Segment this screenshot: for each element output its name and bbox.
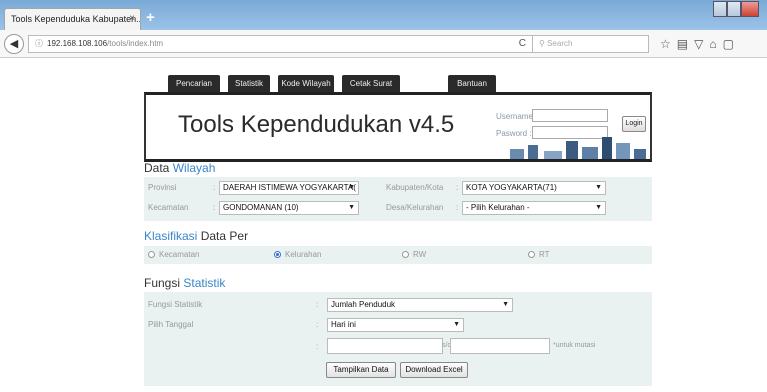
kecamatan-label: Kecamatan: [148, 203, 189, 212]
minimize-button[interactable]: [713, 1, 727, 17]
colon: :: [456, 183, 459, 192]
klasifikasi-panel: Kecamatan Kelurahan RW RT: [144, 246, 652, 264]
chevron-down-icon: ▼: [348, 184, 355, 191]
desa-label: Desa/Kelurahan: [386, 203, 444, 212]
provinsi-select[interactable]: DAERAH ISTIMEWA YOGYAKARTA( ▼: [219, 181, 359, 195]
app-banner: Tools Kependudukan v4.5 Username : Paswo…: [144, 92, 652, 162]
colon: :: [213, 203, 216, 212]
mutasi-note: *untuk mutasi: [553, 342, 596, 349]
home-icon[interactable]: ⌂: [709, 37, 722, 51]
reload-icon[interactable]: C: [519, 36, 526, 52]
colon: :: [456, 203, 459, 212]
tanggal-akhir-input[interactable]: [450, 338, 550, 354]
tab-title: Tools Kependuduka Kabupaten...: [11, 14, 141, 24]
chevron-down-icon: ▼: [348, 204, 355, 211]
toolbar-icons: ☆▤▽⌂▢: [660, 37, 740, 51]
section-title-statistik: Fungsi Statistik: [144, 276, 226, 290]
colon: :: [316, 342, 319, 351]
desa-select[interactable]: - Pilih Kelurahan - ▼: [462, 201, 606, 215]
kecamatan-select[interactable]: GONDOMANAN (10) ▼: [219, 201, 359, 215]
browser-tab-bar: Tools Kependuduka Kabupaten... × +: [0, 0, 767, 30]
page-content: Pencarian Data Statistik Kode Wilayah Ce…: [0, 59, 767, 392]
search-icon: ⚲: [539, 39, 545, 48]
pocket-icon[interactable]: ▽: [694, 37, 709, 51]
chevron-down-icon: ▼: [595, 184, 602, 191]
chevron-down-icon: ▼: [502, 301, 509, 308]
download-excel-button[interactable]: Download Excel: [400, 362, 468, 378]
colon: :: [316, 320, 319, 329]
info-icon: ⓘ: [35, 39, 43, 48]
radio-kelurahan[interactable]: Kelurahan: [274, 250, 321, 259]
colon: :: [316, 300, 319, 309]
browser-nav-bar: ◀ ⓘ 192.168.108.106/tools/index.htm C ⚲ S…: [0, 30, 767, 58]
browser-tab[interactable]: Tools Kependuduka Kabupaten... ×: [4, 8, 141, 30]
browser-search-input[interactable]: ⚲ Search: [533, 35, 649, 53]
close-window-button[interactable]: [741, 1, 759, 17]
statistik-panel: Fungsi Statistik : Jumlah Penduduk ▼ Pil…: [144, 292, 652, 386]
kabupaten-select[interactable]: KOTA YOGYAKARTA(71) ▼: [462, 181, 606, 195]
city-skyline-graphic: [510, 137, 646, 159]
colon: :: [213, 183, 216, 192]
tanggal-mulai-input[interactable]: [327, 338, 443, 354]
clipboard-icon[interactable]: ▤: [677, 37, 694, 51]
app-title: Tools Kependudukan v4.5: [178, 111, 455, 138]
tab-close-icon[interactable]: ×: [129, 9, 135, 29]
url-bar[interactable]: ⓘ 192.168.108.106/tools/index.htm C: [28, 35, 533, 53]
new-tab-button[interactable]: +: [146, 9, 155, 26]
tampilkan-data-button[interactable]: Tampilkan Data: [326, 362, 396, 378]
url-host: 192.168.108.106: [47, 39, 108, 48]
tanggal-select[interactable]: Hari ini ▼: [327, 318, 464, 332]
fungsi-statistik-label: Fungsi Statistik: [148, 300, 203, 309]
radio-rw[interactable]: RW: [402, 250, 426, 259]
chevron-down-icon: ▼: [453, 321, 460, 328]
chevron-down-icon: ▼: [595, 204, 602, 211]
back-button[interactable]: ◀: [4, 34, 24, 54]
kabupaten-label: Kabupaten/Kota: [386, 183, 444, 192]
back-arrow-icon: ◀: [9, 38, 19, 50]
radio-kecamatan[interactable]: Kecamatan: [148, 250, 199, 259]
fungsi-statistik-select[interactable]: Jumlah Penduduk ▼: [327, 298, 513, 312]
section-title-wilayah: Data Wilayah: [144, 161, 216, 175]
url-path: /tools/index.htm: [107, 39, 164, 48]
maximize-button[interactable]: [727, 1, 741, 17]
sidebar-icon[interactable]: ▢: [723, 37, 740, 51]
section-title-klasifikasi: Klasifikasi Data Per: [144, 229, 249, 243]
login-button[interactable]: Login: [622, 116, 646, 132]
pilih-tanggal-label: Pilih Tanggal: [148, 320, 194, 329]
username-input[interactable]: [532, 109, 608, 122]
provinsi-label: Provinsi: [148, 183, 177, 192]
window-controls: [713, 1, 763, 19]
wilayah-panel: Provinsi : DAERAH ISTIMEWA YOGYAKARTA( ▼…: [144, 177, 652, 221]
search-placeholder: Search: [547, 39, 573, 48]
radio-rt[interactable]: RT: [528, 250, 550, 259]
bookmark-star-icon[interactable]: ☆: [660, 37, 677, 51]
